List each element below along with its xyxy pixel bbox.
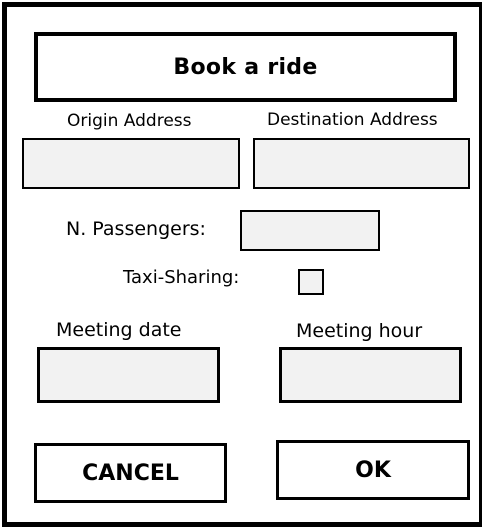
passengers-input[interactable] (240, 210, 380, 251)
cancel-button[interactable]: CANCEL (34, 443, 227, 503)
origin-address-label: Origin Address (67, 111, 192, 131)
passengers-label: N. Passengers: (66, 218, 206, 240)
taxi-sharing-checkbox[interactable] (298, 269, 324, 295)
ok-button[interactable]: OK (276, 440, 470, 500)
origin-address-input[interactable] (22, 138, 240, 189)
destination-address-label: Destination Address (267, 110, 438, 130)
destination-address-input[interactable] (253, 138, 470, 189)
meeting-date-label: Meeting date (56, 319, 182, 341)
meeting-date-input[interactable] (37, 347, 220, 403)
dialog-title: Book a ride (34, 32, 457, 102)
meeting-hour-label: Meeting hour (296, 320, 423, 342)
meeting-hour-input[interactable] (279, 347, 462, 403)
booking-dialog: Book a ride Origin Address Destination A… (2, 2, 482, 527)
taxi-sharing-label: Taxi-Sharing: (123, 267, 240, 288)
